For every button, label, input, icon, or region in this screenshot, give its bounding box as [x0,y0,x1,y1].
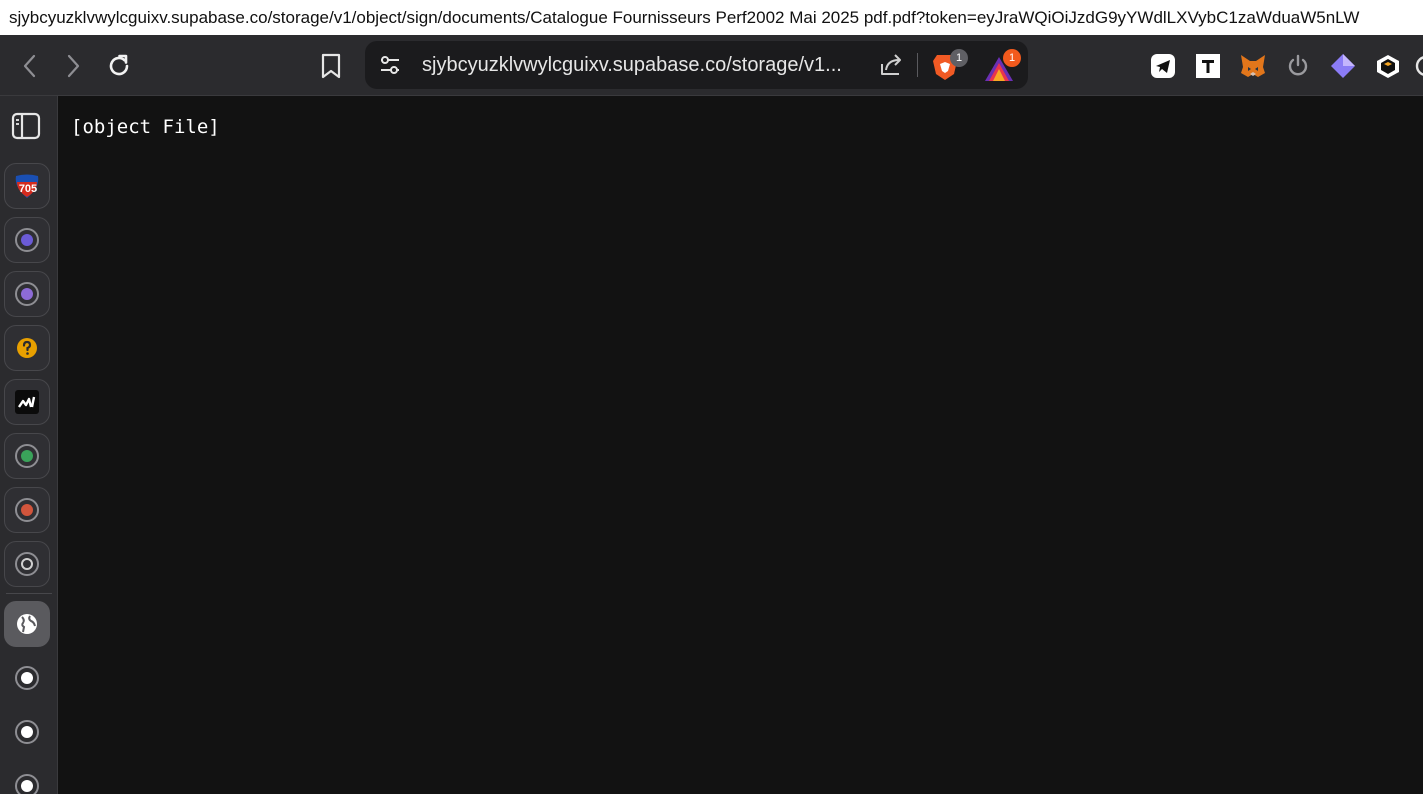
sidebar-item-chart[interactable] [4,379,50,425]
sidebar-item-app-8[interactable] [4,541,50,587]
sidebar-item-app-3[interactable] [4,271,50,317]
diamond-icon [1331,54,1355,78]
coin-icon [15,774,39,794]
coin-icon [15,552,39,576]
brave-shields-button[interactable]: 1 [931,49,968,83]
power-icon [1288,54,1308,76]
browser-toolbar: sjybcyuzklvwylcguixv.supabase.co/storage… [0,35,1423,96]
sidebar-item-app-7[interactable] [4,487,50,533]
t-extension[interactable] [1193,51,1223,81]
reload-icon [109,54,129,75]
question-mark-icon [17,338,37,358]
chart-app-icon [15,390,39,414]
page-content: [object File] [59,96,1423,794]
chevron-left-icon [23,54,36,77]
sidebar-badge-705: 705 [18,183,38,195]
diamond-extension[interactable] [1328,51,1358,81]
bookmark-icon [321,53,341,78]
coin-icon [15,666,39,690]
sidebar-item-app-12[interactable] [4,763,50,794]
shields-count-badge: 1 [950,49,968,67]
sidebar-panel-icon [11,112,41,140]
coin-icon [15,498,39,522]
window-title: sjybcyuzklvwylcguixv.supabase.co/storage… [0,0,1423,35]
reload-button[interactable] [99,35,139,96]
sidebar-item-app-11[interactable] [4,709,50,755]
sidebar-item-globe[interactable] [4,601,50,647]
share-icon[interactable] [877,51,905,84]
cube-extension[interactable] [1373,51,1403,81]
bookmark-button[interactable] [311,35,351,96]
globe-icon [17,614,37,634]
sidebar-item-help[interactable] [4,325,50,371]
coin-icon [15,444,39,468]
telegram-icon [1151,54,1175,78]
metamask-fox-icon [1241,55,1265,77]
sidebar: 705 [0,96,58,794]
back-button[interactable] [10,35,50,96]
address-bar-divider [917,53,918,77]
url-text[interactable]: sjybcyuzklvwylcguixv.supabase.co/storage… [422,41,862,89]
page-body-text: [object File] [71,116,220,138]
partial-extension-icon [1415,56,1423,76]
chevron-right-icon [67,54,80,77]
address-bar[interactable]: sjybcyuzklvwylcguixv.supabase.co/storage… [365,41,1028,89]
sidebar-item-705[interactable]: 705 [4,163,50,209]
sidebar-toggle-button[interactable] [10,110,42,147]
sidebar-item-app-2[interactable] [4,217,50,263]
forward-button[interactable] [53,35,93,96]
sidebar-item-app-6[interactable] [4,433,50,479]
site-settings-icon[interactable] [377,52,403,83]
brave-rewards-button[interactable]: 1 [981,49,1021,83]
sidebar-divider [6,593,52,594]
coin-icon [15,720,39,744]
power-extension[interactable] [1283,51,1313,81]
sidebar-item-app-10[interactable] [4,655,50,701]
typora-t-icon [1196,54,1220,78]
telegram-extension[interactable] [1148,51,1178,81]
metamask-extension[interactable] [1238,51,1268,81]
coin-icon [15,228,39,252]
rewards-count-badge: 1 [1003,49,1021,67]
extensions-overflow-button[interactable] [1414,51,1423,81]
cube-wallet-icon [1377,55,1399,78]
coin-icon [15,282,39,306]
